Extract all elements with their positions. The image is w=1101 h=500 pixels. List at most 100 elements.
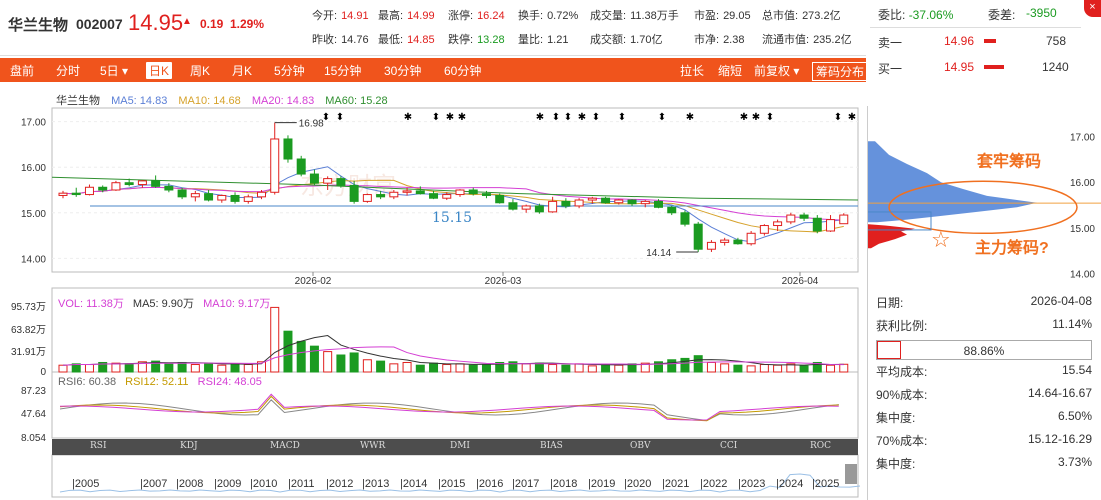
chip-stat-row: 集中度: 6.50% — [876, 409, 1092, 431]
event-marker: ✱ — [752, 112, 760, 123]
quote-stat-value: 1.70亿 — [630, 34, 663, 46]
x-tick-label: 2026-03 — [485, 276, 522, 287]
candle-body — [706, 241, 716, 250]
indicator-tab[interactable]: OBV — [630, 441, 651, 451]
quote-stat-label: 成交量: — [590, 10, 627, 22]
sell1-price: 14.96 — [944, 34, 975, 48]
volume-bar — [548, 364, 558, 373]
price-change-pct: 1.29% — [230, 17, 265, 31]
volume-bar — [190, 364, 200, 373]
quote-stat: 成交额: 1.70亿 — [590, 31, 662, 47]
tab-period[interactable]: 5分钟 — [274, 62, 305, 79]
volume-bar — [84, 364, 94, 373]
candle-body — [362, 194, 372, 202]
candle-body — [468, 189, 478, 195]
volume-bar — [720, 363, 730, 373]
tab-period[interactable]: 月K — [232, 62, 252, 79]
quote-stat-value: 16.24 — [477, 10, 505, 22]
tab-period[interactable]: 盘前 — [10, 62, 34, 79]
quote-stat-value: 273.2亿 — [802, 10, 841, 22]
volume-bar — [442, 364, 452, 373]
quote-stat-value: 0.72% — [547, 10, 579, 22]
volume-bar — [614, 364, 624, 373]
up-arrow-icon: ▲ — [182, 16, 192, 27]
quote-stat-label: 换手: — [518, 10, 544, 22]
legend-ma20: MA20: 14.83 — [251, 95, 315, 107]
event-marker: ⬍ — [658, 112, 666, 123]
sell1-row: 卖一 14.96 758 — [878, 34, 1078, 54]
quote-stat: 涨停: 16.24 — [448, 7, 505, 23]
quote-stat-label: 昨收: — [312, 34, 338, 46]
toolbar-action[interactable]: 筹码分布 — [812, 62, 869, 81]
sell1-volume: 758 — [1046, 34, 1067, 48]
quote-header: 华兰生物 002007 14.95 ▲ 0.19 1.29% 今开: 14.91 最… — [0, 0, 866, 56]
tab-period[interactable]: 周K — [190, 62, 210, 79]
year-label: |2024 — [776, 478, 804, 490]
quote-stat-value: 14.76 — [341, 34, 369, 46]
rsi-legend: RSI6: 60.38 RSI12: 52.11 RSI24: 48.05 — [58, 376, 262, 388]
tab-period[interactable]: 5日 ▾ — [100, 62, 128, 79]
event-marker: ⬍ — [564, 112, 572, 123]
indicator-tab[interactable]: ROC — [810, 441, 831, 451]
period-toolbar: 盘前 分时 5日 ▾ 日K 周K 月K 5分钟 15分钟 30分钟 60分钟 拉长 缩短 前复权 ▾ 筹码… — [0, 58, 869, 82]
quote-stat-label: 涨停: — [448, 10, 474, 22]
volume-bar — [362, 359, 372, 373]
event-marker: ⬍ — [336, 112, 344, 123]
quote-stat: 量比: 1.21 — [518, 31, 568, 47]
volume-bar — [773, 364, 783, 373]
event-marker: ✱ — [458, 112, 466, 123]
tab-period[interactable]: 30分钟 — [384, 62, 421, 79]
candle-body — [177, 189, 187, 198]
candle-body — [839, 214, 849, 225]
event-marker: ✱ — [536, 112, 544, 123]
volume-bar — [455, 363, 465, 373]
event-marker: ✱ — [446, 112, 454, 123]
quote-stat-value: 13.28 — [477, 34, 505, 46]
candle-body — [58, 192, 68, 196]
legend-stock-name: 华兰生物 — [56, 95, 100, 107]
weibi-row: 委比: -37.06% 委差: -3950 — [878, 6, 1078, 26]
volume-bar — [693, 355, 703, 373]
candle-body — [720, 239, 730, 243]
tab-period[interactable]: 分时 — [56, 62, 80, 79]
toolbar-action[interactable]: 缩短 — [718, 62, 742, 79]
quote-stat-value: 2.38 — [723, 34, 745, 46]
indicator-tab[interactable]: CCI — [720, 441, 737, 451]
buy1-row: 买一 14.95 1240 — [878, 60, 1078, 80]
candle-body — [124, 182, 134, 186]
chip-stat-value: 15.12-16.29 — [1027, 432, 1092, 446]
chip-stat-label: 平均成本: — [876, 365, 928, 379]
candle-body — [442, 194, 452, 199]
toolbar-action[interactable]: 前复权 ▾ — [754, 62, 799, 79]
volume-bar — [706, 361, 716, 373]
tab-period[interactable]: 15分钟 — [324, 62, 361, 79]
indicator-tab[interactable]: KDJ — [180, 441, 198, 451]
volume-bar — [733, 364, 743, 373]
weicha-label: 委差: — [988, 8, 1016, 22]
quote-stat: 市盈: 29.05 — [694, 7, 751, 23]
indicator-tab[interactable]: BIAS — [540, 441, 563, 451]
rsi12-label: RSI12: 52.11 — [125, 376, 189, 388]
sell1-label: 卖一 — [878, 36, 903, 50]
history-scroll-handle — [845, 464, 857, 484]
close-icon[interactable]: × — [1084, 0, 1101, 17]
indicator-tab[interactable]: MACD — [270, 441, 300, 451]
indicator-tab[interactable]: RSI — [90, 441, 107, 451]
tab-period[interactable]: 60分钟 — [444, 62, 481, 79]
indicator-tab[interactable]: DMI — [450, 441, 470, 451]
level-label: 15.15 — [432, 210, 472, 226]
toolbar-action[interactable]: 拉长 — [680, 62, 704, 79]
chip-stat-value: 6.50% — [1057, 409, 1092, 423]
volume-bar — [429, 362, 439, 373]
price-change: 0.19 — [200, 17, 224, 31]
volume-bar — [481, 364, 491, 373]
event-marker: ⬍ — [618, 112, 626, 123]
volume-bar — [534, 362, 544, 373]
quote-stat-label: 今开: — [312, 10, 338, 22]
candle-body — [799, 214, 809, 219]
indicator-tab[interactable]: WWR — [360, 441, 385, 451]
candle-body — [495, 194, 505, 204]
quote-stat: 流通市值: 235.2亿 — [762, 31, 852, 47]
tab-period[interactable]: 日K — [146, 62, 173, 79]
candle-body — [323, 178, 333, 184]
